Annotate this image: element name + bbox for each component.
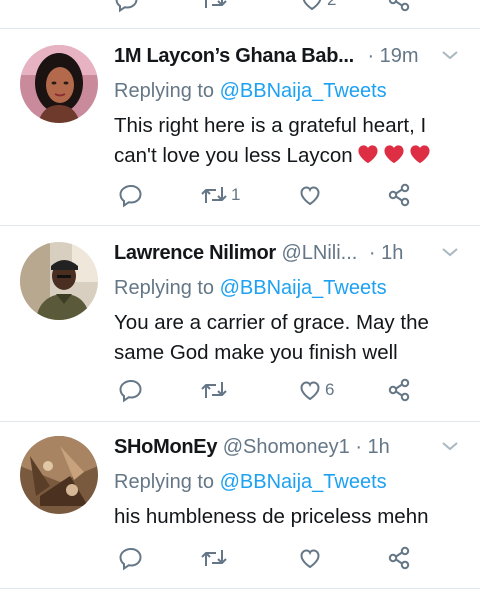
share-button[interactable] xyxy=(386,0,412,14)
tweet-header: 1M Laycon’s Ghana Bab... · 19m xyxy=(114,43,460,69)
tweet-text: This right here is a grateful heart, I c… xyxy=(114,111,460,171)
tweet-text-line: can't love you less Laycon xyxy=(114,144,353,167)
share-button[interactable] xyxy=(386,181,412,209)
reply-button[interactable] xyxy=(118,181,144,209)
like-count: 6 xyxy=(325,380,335,399)
timestamp[interactable]: · 1h xyxy=(369,242,403,264)
like-button[interactable]: 6 xyxy=(298,376,334,404)
user-handle[interactable]: @Shomoney1 xyxy=(217,436,350,458)
tweet-text-line: This right here is a grateful heart, I xyxy=(114,114,427,137)
replying-to: Replying to @BBNaija_Tweets xyxy=(114,275,460,301)
avatar[interactable] xyxy=(20,242,98,320)
like-button[interactable] xyxy=(298,544,325,572)
previous-tweet-actions: 2 xyxy=(0,0,480,14)
retweet-button[interactable] xyxy=(200,0,228,14)
reply-button[interactable] xyxy=(118,376,144,404)
chevron-down-icon[interactable] xyxy=(440,45,460,65)
tweet-text-line-with-emoji: can't love you less Laycon xyxy=(114,141,460,171)
tweet-header: SHoMonEy @Shomoney1 · 1h xyxy=(114,434,460,460)
heart-emoji xyxy=(384,145,404,164)
share-icon xyxy=(388,378,410,402)
heart-emoji xyxy=(358,145,378,164)
display-name[interactable]: Lawrence Nilimor xyxy=(114,242,276,264)
display-name[interactable]: 1M Laycon’s Ghana Bab... xyxy=(114,45,354,67)
replying-to: Replying to @BBNaija_Tweets xyxy=(114,469,460,495)
mention-link[interactable]: @BBNaija_Tweets xyxy=(220,277,387,299)
like-count: 2 xyxy=(327,0,336,10)
mention-link[interactable]: @BBNaija_Tweets xyxy=(220,80,387,102)
chevron-down-icon[interactable] xyxy=(440,436,460,456)
tweet-actions: 1 xyxy=(114,181,434,209)
divider xyxy=(0,588,480,589)
reply-button[interactable] xyxy=(114,0,140,14)
retweet-icon xyxy=(201,550,227,566)
share-icon xyxy=(388,0,410,12)
retweet-button[interactable] xyxy=(200,376,231,404)
retweet-icon xyxy=(201,187,227,203)
heart-outline-icon xyxy=(300,381,320,401)
tweet-content: 1M Laycon’s Ghana Bab... · 19m Replying … xyxy=(114,43,460,171)
share-icon xyxy=(388,546,410,570)
heart-emoji xyxy=(410,145,430,164)
heart-outline-icon xyxy=(300,186,320,206)
timestamp[interactable]: · 1h xyxy=(350,436,389,458)
tweet-item[interactable]: 1M Laycon’s Ghana Bab... · 19m Replying … xyxy=(0,29,480,224)
reply-icon xyxy=(115,0,138,13)
chevron-down-icon[interactable] xyxy=(440,242,460,262)
retweet-icon xyxy=(205,0,227,8)
tweet-actions xyxy=(114,544,434,572)
reply-icon xyxy=(119,379,142,403)
tweet-item[interactable]: SHoMonEy @Shomoney1 · 1h Replying to @BB… xyxy=(0,422,480,590)
tweet-text-line: You are a carrier of grace. May the xyxy=(114,311,429,334)
avatar[interactable] xyxy=(20,436,98,514)
tweet-header: Lawrence Nilimor @LNili... · 1h xyxy=(114,240,460,266)
replying-to: Replying to @BBNaija_Tweets xyxy=(114,78,460,104)
share-button[interactable] xyxy=(386,376,412,404)
retweet-icon xyxy=(201,382,227,398)
tweet-text-line: his humbleness de priceless mehn xyxy=(114,505,429,528)
retweet-count: 1 xyxy=(231,185,241,204)
emoji-hearts xyxy=(353,144,431,167)
avatar[interactable] xyxy=(20,45,98,123)
user-handle[interactable]: @LNili... xyxy=(276,242,357,264)
share-button[interactable] xyxy=(386,544,412,572)
heart-outline-icon xyxy=(300,549,320,569)
tweet-content: SHoMonEy @Shomoney1 · 1h Replying to @BB… xyxy=(114,434,460,532)
heart-outline-icon xyxy=(302,0,322,11)
tweet-text: his humbleness de priceless mehn xyxy=(114,502,460,532)
display-name[interactable]: SHoMonEy xyxy=(114,436,217,458)
replying-prefix: Replying to xyxy=(114,80,220,102)
tweet-actions: 6 xyxy=(114,376,434,404)
tweet-text-line: same God make you finish well xyxy=(114,341,398,364)
replying-prefix: Replying to xyxy=(114,471,220,493)
reply-icon xyxy=(119,184,142,208)
like-button[interactable] xyxy=(298,181,325,209)
reply-button[interactable] xyxy=(118,544,144,572)
share-icon xyxy=(388,183,410,207)
tweet-item[interactable]: Lawrence Nilimor @LNili... · 1h Replying… xyxy=(0,226,480,421)
timestamp[interactable]: · 19m xyxy=(367,45,418,67)
mention-link[interactable]: @BBNaija_Tweets xyxy=(220,471,387,493)
tweet-content: Lawrence Nilimor @LNili... · 1h Replying… xyxy=(114,240,460,368)
tweet-feed: 2 1M Laycon’s Ghana Bab... · 19m xyxy=(0,0,480,590)
reply-icon xyxy=(119,547,142,571)
tweet-text: You are a carrier of grace. May the same… xyxy=(114,308,460,368)
like-button[interactable]: 2 xyxy=(300,0,336,14)
retweet-button[interactable] xyxy=(200,544,231,572)
replying-prefix: Replying to xyxy=(114,277,220,299)
retweet-button[interactable]: 1 xyxy=(200,181,240,209)
